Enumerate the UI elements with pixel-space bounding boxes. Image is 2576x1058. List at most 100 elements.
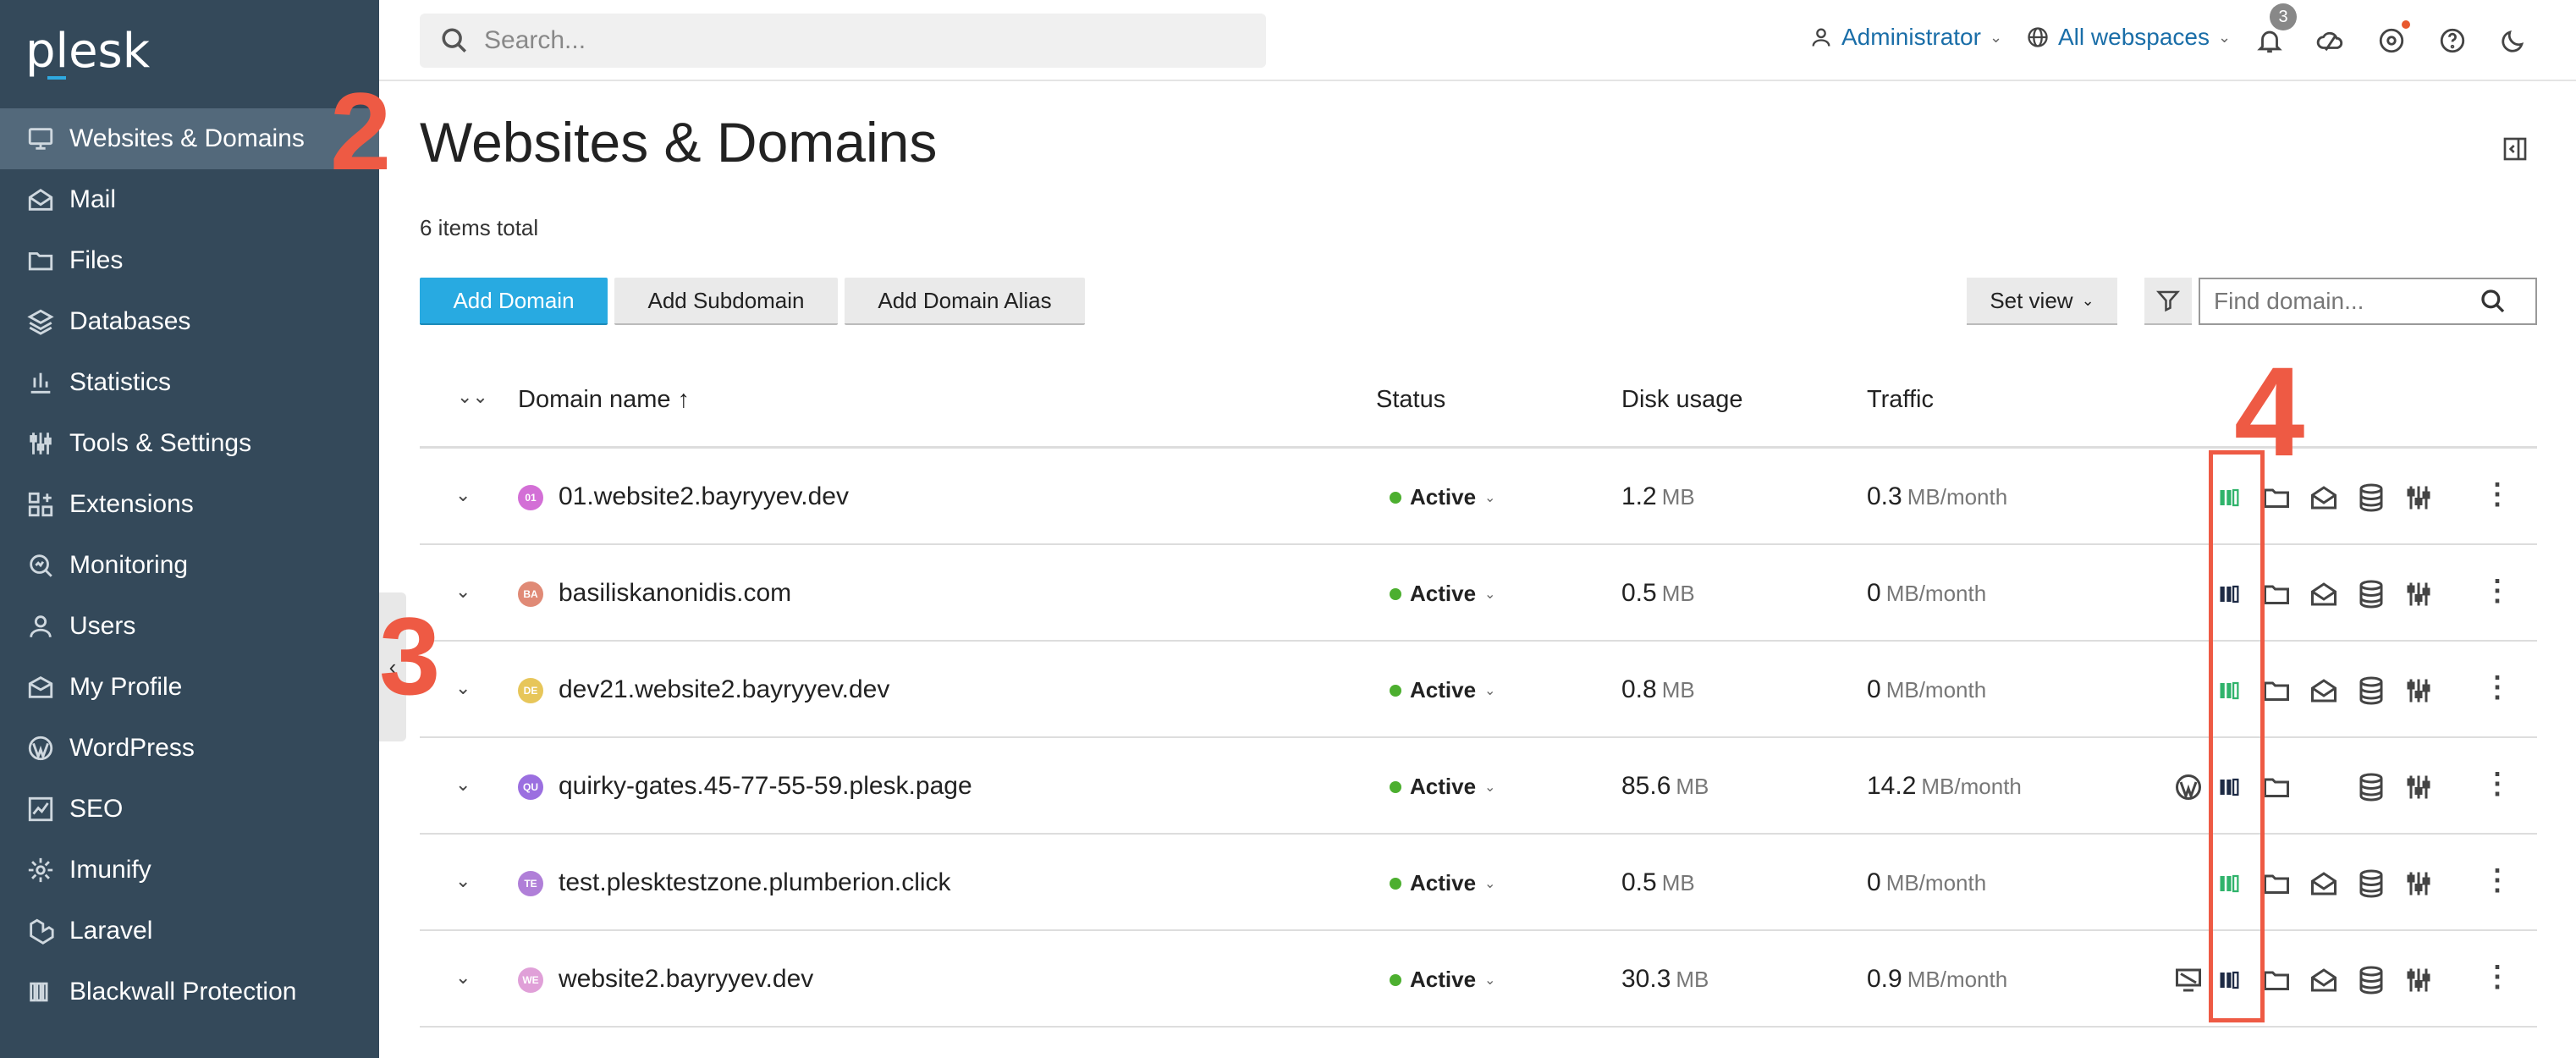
sidebar-item-label: WordPress xyxy=(69,734,195,762)
chevron-down-icon[interactable]: ⌄ xyxy=(455,484,471,506)
administrator-menu[interactable]: Administrator ⌄ xyxy=(1809,24,2002,51)
settings-button[interactable] xyxy=(2402,963,2436,997)
support-button[interactable] xyxy=(2375,20,2410,58)
sidebar-item-monitoring[interactable]: Monitoring xyxy=(0,535,379,596)
sidebar-item-websites-domains[interactable]: Websites & Domains xyxy=(0,108,379,169)
databases-button[interactable] xyxy=(2354,481,2388,515)
databases-button[interactable] xyxy=(2354,770,2388,804)
more-actions-icon[interactable]: ⋮ xyxy=(2483,670,2512,704)
file-manager-button[interactable] xyxy=(2260,481,2293,515)
annotation-highlight-box xyxy=(2209,450,2265,1022)
sidebar-item-seo[interactable]: SEO xyxy=(0,779,379,840)
sidebar-item-label: Statistics xyxy=(69,368,172,396)
status-dropdown[interactable]: Active ⌄ xyxy=(1390,967,1495,993)
find-domain-box[interactable] xyxy=(2199,278,2537,325)
add-domain-button[interactable]: Add Domain xyxy=(420,278,608,325)
notifications-count: 3 xyxy=(2270,3,2297,30)
domain-name-link[interactable]: website2.bayryyev.dev xyxy=(559,965,813,994)
domain-name-link[interactable]: quirky-gates.45-77-55-59.plesk.page xyxy=(559,772,972,801)
databases-button[interactable] xyxy=(2354,867,2388,901)
chevron-down-icon[interactable]: ⌄ xyxy=(455,677,471,699)
file-manager-button[interactable] xyxy=(2260,577,2293,611)
more-actions-icon[interactable]: ⋮ xyxy=(2483,574,2512,608)
domain-name-link[interactable]: 01.website2.bayryyev.dev xyxy=(559,482,849,511)
sidebar-item-label: Tools & Settings xyxy=(69,429,252,457)
file-manager-button[interactable] xyxy=(2260,674,2293,708)
file-manager-button[interactable] xyxy=(2260,963,2293,997)
plesk-logo[interactable]: plesk xyxy=(25,24,150,79)
sidebar-item-laravel[interactable]: Laravel xyxy=(0,901,379,962)
databases-button[interactable] xyxy=(2354,674,2388,708)
help-button[interactable] xyxy=(2436,24,2469,58)
settings-button[interactable] xyxy=(2402,867,2436,901)
expand-all-icon[interactable]: ⌄⌄ xyxy=(457,386,488,408)
mail-button[interactable] xyxy=(2307,674,2341,708)
theme-toggle[interactable] xyxy=(2496,24,2530,58)
more-actions-icon[interactable]: ⋮ xyxy=(2483,863,2512,897)
domain-name-link[interactable]: basiliskanonidis.com xyxy=(559,579,791,608)
cloud-button[interactable] xyxy=(2314,24,2348,58)
column-domain-name[interactable]: Domain name ↑ xyxy=(518,386,690,414)
settings-button[interactable] xyxy=(2402,770,2436,804)
settings-button[interactable] xyxy=(2402,577,2436,611)
search-input[interactable] xyxy=(484,26,1229,55)
settings-button[interactable] xyxy=(2402,674,2436,708)
mail-button[interactable] xyxy=(2307,577,2341,611)
user-icon xyxy=(1812,28,1830,47)
sidebar-item-wordpress[interactable]: WordPress xyxy=(0,718,379,779)
chevron-down-icon: ⌄ xyxy=(1484,490,1496,505)
global-search[interactable] xyxy=(420,14,1266,68)
file-manager-button[interactable] xyxy=(2260,770,2293,804)
notifications-button[interactable]: 3 xyxy=(2253,3,2297,58)
sidebar-item-statistics[interactable]: Statistics xyxy=(0,352,379,413)
mail-button[interactable] xyxy=(2307,481,2341,515)
find-domain-input[interactable] xyxy=(2200,288,2480,315)
mail-button[interactable] xyxy=(2307,867,2341,901)
sidebar-item-label: Websites & Domains xyxy=(69,124,305,152)
status-dropdown[interactable]: Active ⌄ xyxy=(1390,774,1495,800)
more-actions-icon[interactable]: ⋮ xyxy=(2483,477,2512,511)
file-manager-button[interactable] xyxy=(2260,867,2293,901)
screen-icon-button[interactable] xyxy=(2171,963,2205,997)
chevron-down-icon[interactable]: ⌄ xyxy=(455,967,471,989)
status-dot xyxy=(1390,780,1401,793)
status-dropdown[interactable]: Active ⌄ xyxy=(1390,581,1495,607)
status-dropdown[interactable]: Active ⌄ xyxy=(1390,484,1495,510)
sidebar-item-tools-settings[interactable]: Tools & Settings xyxy=(0,413,379,474)
search-icon[interactable] xyxy=(2480,288,2507,315)
webspaces-menu[interactable]: All webspaces ⌄ xyxy=(2026,24,2231,51)
chevron-down-icon[interactable]: ⌄ xyxy=(455,870,471,892)
sidebar-panel-icon[interactable] xyxy=(2502,135,2529,163)
sidebar-item-users[interactable]: Users xyxy=(0,596,379,657)
mail-button[interactable] xyxy=(2307,963,2341,997)
sidebar-item-files[interactable]: Files xyxy=(0,230,379,291)
sidebar-item-label: SEO xyxy=(69,795,124,823)
set-view-button[interactable]: Set view ⌄ xyxy=(1967,278,2117,325)
sidebar-item-imunify[interactable]: Imunify xyxy=(0,840,379,901)
add-subdomain-button[interactable]: Add Subdomain xyxy=(614,278,838,325)
databases-button[interactable] xyxy=(2354,577,2388,611)
bell-icon xyxy=(2257,30,2282,53)
more-actions-icon[interactable]: ⋮ xyxy=(2483,960,2512,994)
laravel-icon-wrap xyxy=(25,916,56,946)
status-dropdown[interactable]: Active ⌄ xyxy=(1390,677,1495,703)
settings-button[interactable] xyxy=(2402,481,2436,515)
wordpress-icon-button[interactable] xyxy=(2171,770,2205,804)
sidebar-item-blackwall-protection[interactable]: Blackwall Protection xyxy=(0,962,379,1022)
domain-name-link[interactable]: dev21.website2.bayryyev.dev xyxy=(559,675,889,704)
filter-button[interactable] xyxy=(2144,278,2192,325)
traffic-number: 0 xyxy=(1867,675,1881,703)
databases-button[interactable] xyxy=(2354,963,2388,997)
chevron-down-icon: ⌄ xyxy=(1989,28,2003,46)
chevron-down-icon[interactable]: ⌄ xyxy=(455,581,471,603)
add-domain-alias-button[interactable]: Add Domain Alias xyxy=(845,278,1085,325)
annotation-3: 3 xyxy=(379,594,441,718)
chevron-down-icon[interactable]: ⌄ xyxy=(455,774,471,796)
status-dropdown[interactable]: Active ⌄ xyxy=(1390,870,1495,896)
more-actions-icon[interactable]: ⋮ xyxy=(2483,767,2512,801)
sidebar-item-mail[interactable]: Mail xyxy=(0,169,379,230)
domain-name-link[interactable]: test.plesktestzone.plumberion.click xyxy=(559,868,951,897)
sidebar-item-databases[interactable]: Databases xyxy=(0,291,379,352)
sidebar-item-my-profile[interactable]: My Profile xyxy=(0,657,379,718)
sidebar-item-extensions[interactable]: Extensions xyxy=(0,474,379,535)
